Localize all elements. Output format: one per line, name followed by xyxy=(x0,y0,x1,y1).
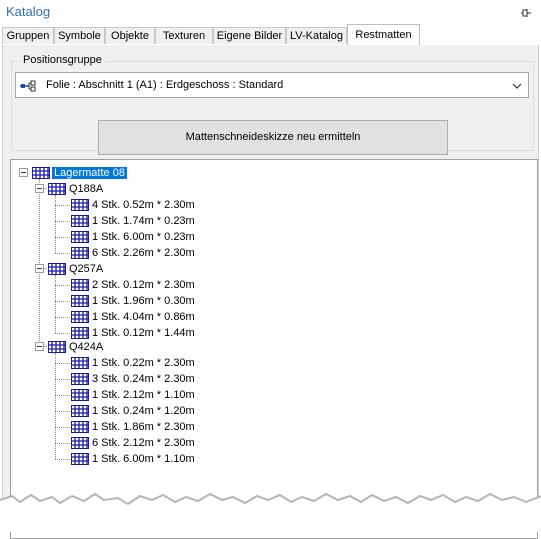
tree-root-row[interactable]: Lagermatte 08 xyxy=(52,166,127,180)
mesh-mat-icon xyxy=(71,421,89,433)
tab-texturen[interactable]: Texturen xyxy=(155,27,213,44)
window-titlebar: Katalog xyxy=(0,0,541,26)
tree-item-row[interactable]: 1 Stk. 1.86m * 2.30m xyxy=(92,420,195,434)
tree-item-row[interactable]: 2 Stk. 0.12m * 2.30m xyxy=(92,278,195,292)
tree-item-row[interactable]: 6 Stk. 2.12m * 2.30m xyxy=(92,436,195,450)
mesh-mat-icon xyxy=(71,327,89,339)
mesh-mat-icon xyxy=(71,357,89,369)
mesh-mat-icon xyxy=(71,373,89,385)
mesh-mat-icon xyxy=(71,311,89,323)
mesh-mat-icon xyxy=(71,405,89,417)
tree-item-row[interactable]: 1 Stk. 6.00m * 1.10m xyxy=(92,452,195,466)
tree-item-row[interactable]: 1 Stk. 4.04m * 0.86m xyxy=(92,310,195,324)
mesh-mat-icon xyxy=(71,247,89,259)
tree-group-row[interactable]: Q257A xyxy=(69,262,103,276)
mesh-mat-icon xyxy=(71,389,89,401)
tree-item-row[interactable]: 3 Stk. 0.24m * 2.30m xyxy=(92,372,195,386)
mesh-mat-icon xyxy=(48,183,66,195)
tree-connector xyxy=(55,275,56,333)
tree-collapse-toggle[interactable] xyxy=(35,264,44,273)
mesh-mat-icon xyxy=(71,215,89,227)
mattenschneideskizze-button[interactable]: Mattenschneideskizze neu ermitteln xyxy=(98,120,448,155)
tree-connector-root xyxy=(39,179,40,345)
tab-gruppen[interactable]: Gruppen xyxy=(2,27,54,44)
tab-symbole[interactable]: Symbole xyxy=(54,27,105,44)
tab-objekte[interactable]: Objekte xyxy=(105,27,155,44)
torn-edge-decoration xyxy=(0,492,541,532)
window-title: Katalog xyxy=(6,4,51,19)
tree-item-row[interactable]: 1 Stk. 6.00m * 0.23m xyxy=(92,230,195,244)
chevron-down-icon[interactable] xyxy=(512,82,522,90)
tree-item-row[interactable]: 6 Stk. 2.26m * 2.30m xyxy=(92,246,195,260)
restmatten-tree[interactable]: Lagermatte 08 Q188A 4 Stk. 0.52m * 2.30m… xyxy=(10,159,538,539)
mesh-mat-icon xyxy=(71,437,89,449)
tab-label: Symbole xyxy=(58,30,101,42)
tree-item-row[interactable]: 1 Stk. 0.12m * 1.44m xyxy=(92,326,195,340)
tree-item-row[interactable]: 4 Stk. 0.52m * 2.30m xyxy=(92,198,195,212)
tab-bar: Gruppen Symbole Objekte Texturen Eigene … xyxy=(2,24,539,46)
tree-root-label: Lagermatte 08 xyxy=(52,167,127,179)
mesh-mat-icon xyxy=(48,263,66,275)
tab-lv-katalog[interactable]: LV-Katalog xyxy=(286,27,347,44)
tree-item-row[interactable]: 1 Stk. 1.74m * 0.23m xyxy=(92,214,195,228)
mesh-mat-icon xyxy=(48,341,66,353)
tree-group-row[interactable]: Q188A xyxy=(69,182,103,196)
tree-connector xyxy=(55,195,56,253)
mesh-mat-icon xyxy=(71,279,89,291)
tree-collapse-toggle[interactable] xyxy=(35,342,44,351)
mesh-mat-icon xyxy=(71,199,89,211)
mesh-mat-icon xyxy=(32,167,50,179)
tab-restmatten[interactable]: Restmatten xyxy=(347,24,420,45)
tree-item-row[interactable]: 1 Stk. 0.22m * 2.30m xyxy=(92,356,195,370)
tab-eigene-bilder[interactable]: Eigene Bilder xyxy=(213,27,286,44)
pin-icon[interactable] xyxy=(520,7,532,19)
tab-label: Objekte xyxy=(111,30,149,42)
tab-label: Restmatten xyxy=(355,29,412,41)
mesh-mat-icon xyxy=(71,295,89,307)
mesh-mat-icon xyxy=(71,231,89,243)
tree-item-row[interactable]: 1 Stk. 1.96m * 0.30m xyxy=(92,294,195,308)
tree-collapse-toggle[interactable] xyxy=(35,184,44,193)
restmatten-panel: Positionsgruppe Folie : Abschnitt 1 (A1)… xyxy=(2,45,539,539)
tab-label: Eigene Bilder xyxy=(216,30,283,42)
tree-item-row[interactable]: 1 Stk. 2.12m * 1.10m xyxy=(92,388,195,402)
tab-label: LV-Katalog xyxy=(289,30,343,42)
tab-label: Gruppen xyxy=(6,30,50,42)
positionsgruppe-label: Positionsgruppe xyxy=(20,54,105,66)
positionsgruppe-value: Folie : Abschnitt 1 (A1) : Erdgeschoss :… xyxy=(46,79,284,91)
folie-icon xyxy=(20,80,36,92)
tree-collapse-toggle[interactable] xyxy=(19,168,28,177)
positionsgruppe-dropdown[interactable]: Folie : Abschnitt 1 (A1) : Erdgeschoss :… xyxy=(15,72,529,98)
tree-group-row[interactable]: Q424A xyxy=(69,340,103,354)
tree-item-row[interactable]: 1 Stk. 0.24m * 1.20m xyxy=(92,404,195,418)
mesh-mat-icon xyxy=(71,453,89,465)
tab-label: Texturen xyxy=(162,30,206,42)
